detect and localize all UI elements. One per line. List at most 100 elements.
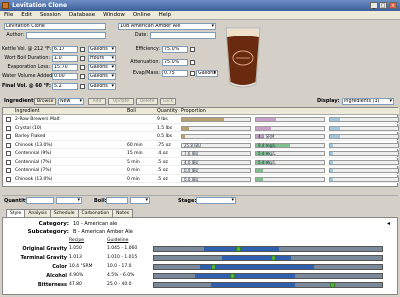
row-checkbox[interactable] — [6, 134, 11, 139]
tab-analysis[interactable]: Analysis — [24, 209, 51, 217]
row-checkbox[interactable] — [6, 151, 11, 156]
lock-button[interactable]: Lock — [160, 98, 176, 105]
ingredient-name: Chinook (13.0%) — [15, 176, 53, 182]
date-field[interactable] — [150, 32, 216, 39]
proportion-bar — [329, 176, 399, 182]
final-lock-checkbox[interactable] — [80, 84, 85, 89]
evap-unit-select[interactable]: Gallons — [88, 64, 116, 71]
boil-unit-select[interactable]: Hours — [88, 55, 116, 62]
proportion-bar — [255, 168, 325, 173]
quantity-value: .5 oz — [157, 176, 168, 182]
row-checkbox[interactable] — [6, 125, 11, 131]
stage-select[interactable] — [196, 197, 236, 204]
col-quantity[interactable]: Quantity — [157, 109, 178, 114]
evap-mass-field[interactable]: 0.75 — [162, 70, 188, 77]
row-checkbox[interactable] — [6, 176, 11, 182]
menu-window[interactable]: Window — [99, 11, 129, 19]
menu-edit[interactable]: Edit — [17, 11, 36, 19]
kettle-lock-checkbox[interactable] — [80, 47, 85, 52]
proportion-fill — [182, 118, 225, 121]
boil-time: 15 min — [127, 151, 143, 156]
efficiency-field[interactable]: 75.0% — [162, 46, 188, 53]
efficiency-lock-checkbox[interactable] — [190, 47, 195, 52]
row-checkbox[interactable] — [6, 117, 11, 122]
tab-carbonation[interactable]: Carbonation — [77, 209, 114, 217]
table-row[interactable]: Crystal (10) 1.5 lbs — [3, 125, 399, 133]
row-checkbox[interactable] — [6, 142, 11, 148]
proportion-bar: 4.0 IBU — [181, 159, 251, 165]
water-unit-select[interactable]: Gallons — [88, 73, 116, 80]
evap-mass-unit-select[interactable]: Gallons — [196, 70, 218, 77]
water-lock-checkbox[interactable] — [80, 74, 85, 79]
recipe-name-field[interactable]: Levitation Clone — [4, 23, 106, 30]
quantity-unit-select[interactable] — [56, 197, 82, 204]
new-ingredient-select[interactable]: New — [58, 98, 84, 105]
boil-time: 5 min — [127, 159, 140, 165]
proportion-bar — [329, 151, 399, 156]
tab-style[interactable]: Style — [6, 209, 26, 217]
proportion-text: 25.8 IBU — [184, 142, 202, 148]
evap-loss-field[interactable]: 15.70 — [52, 64, 78, 71]
row-checkbox[interactable] — [6, 159, 11, 165]
table-row[interactable]: Chinook (13.0%) 0 min .5 oz 0.0 IBU — [3, 176, 399, 184]
author-label: Author: — [6, 33, 24, 38]
proportion-fill — [182, 126, 189, 130]
quantity-value: .75 oz — [157, 142, 171, 148]
boil-time: 0 min — [127, 176, 140, 182]
col-proportion[interactable]: Proportion — [181, 109, 206, 114]
row-checkbox[interactable] — [6, 168, 11, 173]
style-select[interactable]: 10B American Amber Ale — [118, 23, 216, 30]
water-volume-field[interactable]: 0.00 — [52, 73, 78, 80]
boil-lock-checkbox[interactable] — [80, 56, 85, 61]
ingredients-table: Ingredient Boil Quantity Proportion 2-Ro… — [2, 107, 399, 187]
table-row[interactable]: Chinook (13.0%) 60 min .75 oz 25.8 IBU 9.4 m… — [3, 142, 399, 150]
final-vol-field[interactable]: 5.2 — [52, 83, 78, 90]
app-icon — [2, 2, 9, 9]
proportion-fill — [256, 177, 263, 181]
boil-field[interactable] — [106, 197, 128, 204]
quantity-field[interactable] — [26, 197, 54, 204]
menu-file[interactable]: File — [0, 11, 17, 19]
tab-notes[interactable]: Notes — [112, 209, 134, 217]
col-ingredient[interactable]: Ingredient — [15, 109, 40, 114]
author-field[interactable] — [26, 32, 106, 39]
kettle-unit-select[interactable]: Gallons — [88, 46, 116, 53]
display-select[interactable]: Ingredients (3) — [342, 98, 394, 105]
final-unit-select[interactable]: Gallons — [88, 83, 116, 90]
evap-mass-lock-checkbox[interactable] — [190, 71, 195, 76]
collapse-icon[interactable]: ◂ — [387, 220, 390, 227]
minimize-button[interactable]: _ — [370, 2, 378, 9]
style-stat-row: Terminal Gravity 1.013 1.010 - 1.015 — [3, 254, 395, 263]
proportion-bar — [255, 125, 325, 131]
table-row[interactable]: Centennial (7%) 0 min .5 oz 0.0 IBU — [3, 167, 399, 175]
category-label: Category: — [38, 221, 69, 227]
kettle-vol-field[interactable]: 6.17 — [52, 46, 78, 53]
style-stat-row: Original Gravity 1.050 1.045 - 1.060 — [3, 245, 395, 254]
style-stat-row: Color 10.4 °SRM 10.0 - 17.0 — [3, 263, 395, 272]
stat-label: Original Gravity — [22, 246, 67, 252]
attenuation-label: Attenuation: — [130, 60, 160, 65]
table-row[interactable]: Barley Flaked 0.5 lbs 4.1 SRM — [3, 133, 399, 141]
add-button[interactable]: Add — [88, 98, 106, 105]
menu-help[interactable]: Help — [155, 11, 176, 19]
col-boil[interactable]: Boil — [127, 109, 136, 114]
proportion-text: 0.0 IBU — [184, 176, 199, 182]
menu-database[interactable]: Database — [65, 11, 99, 19]
update-button[interactable]: Update — [108, 98, 134, 105]
attenuation-lock-checkbox[interactable] — [190, 60, 195, 65]
attenuation-field[interactable]: 75.0% — [162, 59, 188, 66]
table-row[interactable]: Centennial (9%) 15 min .4 oz 7.6 IBU 5.4 mg/… — [3, 150, 399, 158]
stat-recipe-value: 1.013 — [69, 255, 82, 260]
delete-button[interactable]: Delete — [136, 98, 158, 105]
tab-schedule[interactable]: Schedule — [49, 209, 79, 217]
menu-session[interactable]: Session — [36, 11, 65, 19]
menu-online[interactable]: Online — [129, 11, 155, 19]
boil-duration-field[interactable]: 1.0 — [52, 55, 78, 62]
browse-button[interactable]: Browse — [34, 98, 56, 105]
table-row[interactable]: Centennial (7%) 5 min .5 oz 4.0 IBU 5.4 mg/L — [3, 159, 399, 167]
boil-unit-select-edit[interactable] — [130, 197, 150, 204]
evap-lock-checkbox[interactable] — [80, 65, 85, 70]
table-row[interactable]: 2-Row Brewers Malt 9 lbs — [3, 116, 399, 124]
maximize-button[interactable]: □ — [379, 2, 387, 9]
close-button[interactable]: × — [389, 2, 397, 9]
